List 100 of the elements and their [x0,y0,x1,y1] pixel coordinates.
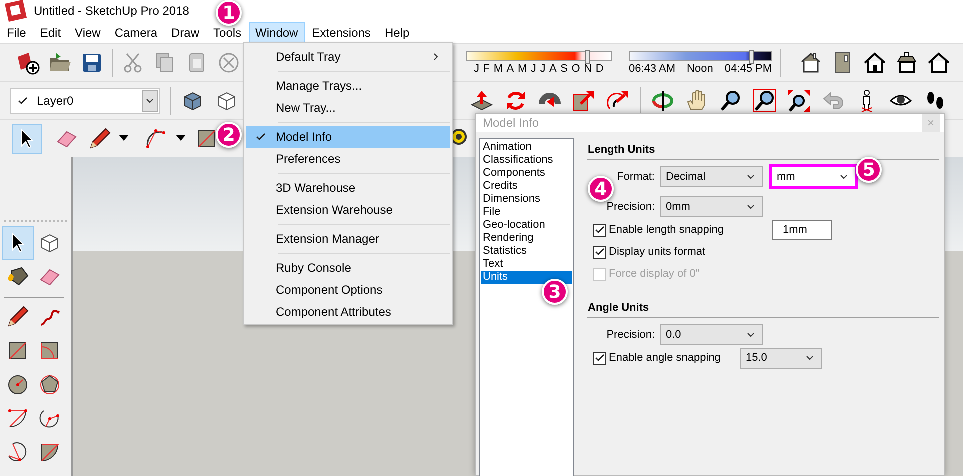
field-label: Precision: [606,328,655,340]
menu-item[interactable]: Window [248,22,306,43]
menu-item[interactable]: Component Options [246,279,450,301]
list-item[interactable]: Credits [481,180,572,193]
scale-icon[interactable] [572,88,596,112]
list-item[interactable]: File [481,206,572,219]
list-item[interactable]: Dimensions [481,193,572,206]
select-tool-button[interactable] [2,226,34,260]
menu-item[interactable]: 3D Warehouse [246,177,450,199]
dialog-title: Model Info [483,116,540,130]
checkbox-label: Enable length snapping [609,224,725,236]
section-heading: Angle Units [587,301,650,314]
menu-item-label: Manage Trays... [276,79,364,93]
menu-item-label: 3D Warehouse [276,181,357,195]
slider-thumb[interactable] [584,50,590,64]
dropdown-value: 0.0 [666,328,682,340]
house-icon[interactable] [863,50,887,74]
month-label: O [572,62,580,74]
menu-item[interactable]: Default Tray [246,46,450,68]
dropdown-button[interactable] [142,90,158,112]
checkbox[interactable] [593,246,606,258]
select-tool-button[interactable] [12,124,42,154]
month-label: A [550,62,557,74]
menu-item[interactable]: File [0,22,34,43]
checkbox-label: Enable angle snapping [609,352,722,364]
dropdown[interactable]: mm [769,164,858,189]
month-label: F [483,62,490,74]
menu-item[interactable]: Draw [164,22,207,43]
list-item[interactable]: Animation [481,141,572,154]
menu-item[interactable]: Ruby Console [246,257,450,279]
orbit-icon[interactable] [651,88,675,112]
menu-item[interactable]: Help [378,22,417,43]
list-item[interactable]: Rendering [481,232,572,245]
menu-item[interactable]: Edit [33,22,68,43]
month-label: M [518,62,528,74]
check-icon [594,224,606,236]
check-icon [594,246,606,258]
input-field[interactable]: 1mm [772,220,832,240]
menu-item-label: Default Tray [276,50,342,64]
menu-item[interactable]: Extensions [305,22,378,43]
month-label: N [584,62,592,74]
menu-item[interactable]: Component Attributes [246,301,450,323]
dropdown[interactable]: 15.0 [740,348,822,368]
month-label: S [560,62,568,74]
list-item[interactable]: Classifications [481,154,572,167]
polygon-icon[interactable] [38,373,62,397]
checkbox-label: Force display of 0" [609,268,700,280]
check-icon [594,352,606,364]
field-label: Precision: [606,200,655,212]
list-item[interactable]: Units [481,271,572,284]
list-item[interactable]: Text [481,258,572,271]
month-label: J [474,62,480,74]
dropdown-value: 0mm [666,200,690,212]
layer-dropdown[interactable]: Layer0 [10,88,160,114]
menu-item[interactable]: Camera [108,22,165,43]
menu-item[interactable]: Manage Trays... [246,75,450,97]
menu-item[interactable]: Preferences [246,148,450,170]
menu-item-label: Model Info [276,130,334,144]
dropdown-value: 15.0 [746,352,768,364]
time-label: Noon [687,62,714,74]
menu-item[interactable]: Extension Warehouse [246,199,450,221]
zoom-window-icon[interactable] [753,88,777,112]
field-label: Format: [617,170,655,182]
checkbox[interactable] [593,352,606,364]
menu-item-label: Extension Manager [276,232,380,246]
month-label: D [596,62,604,74]
month-label: M [494,62,503,74]
circle-icon[interactable] [6,373,30,397]
house-icon[interactable] [799,50,823,74]
zoom-icon[interactable] [719,88,743,112]
menu-item[interactable]: Extension Manager [246,228,450,250]
pencil-icon[interactable] [6,305,30,329]
dropdown-value: mm [777,170,796,182]
menu-item[interactable]: New Tray... [246,97,450,119]
zoom-extents-icon[interactable] [787,88,811,112]
dropdown[interactable]: 0.0 [660,324,763,345]
arc-icon[interactable] [144,126,168,150]
dropdown[interactable]: Decimal [660,166,763,187]
list-item[interactable]: Geo-location [481,219,572,232]
menu-item-label: Ruby Console [276,261,352,275]
slider-thumb[interactable] [749,50,754,64]
list-item[interactable]: Statistics [481,245,572,258]
house-icon[interactable] [895,50,919,74]
menu-item-label: New Tray... [276,101,337,115]
menu-item[interactable]: Model Info [246,126,450,148]
pencil-icon[interactable] [88,126,112,150]
month-label: J [540,62,546,74]
check-icon [17,94,29,106]
checkbox[interactable] [593,224,606,236]
house-icon[interactable] [927,50,951,74]
dropdown[interactable]: 0mm [660,196,763,217]
month-label: J [530,62,536,74]
menu-item-label: Extension Warehouse [276,203,394,217]
menu-item[interactable]: View [68,22,108,43]
dropdown-value: Decimal [666,170,706,182]
list-item[interactable]: Components [481,167,572,180]
push-pull-icon[interactable] [470,88,494,112]
new-file-icon[interactable] [16,50,40,74]
menu-item-label: Preferences [276,152,342,166]
month-label: A [506,62,514,74]
